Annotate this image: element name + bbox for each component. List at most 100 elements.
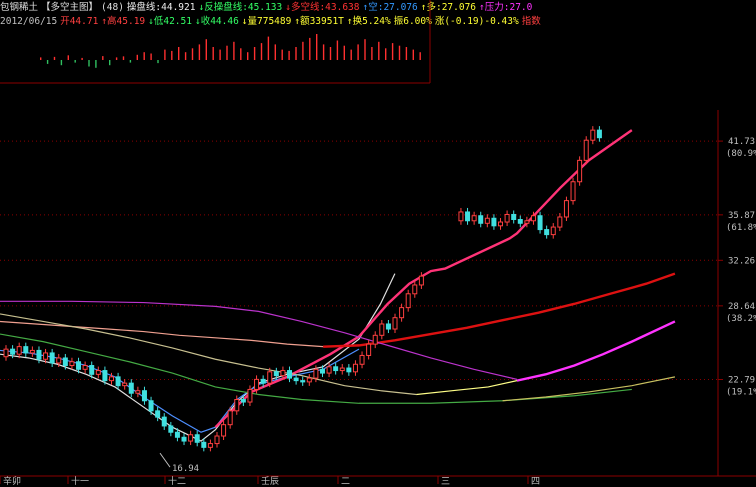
- candle-body-70: [465, 211, 471, 222]
- candle-body-28: [188, 434, 194, 442]
- candle-body-13: [89, 365, 95, 375]
- low-annotation-label: 16.94: [172, 464, 199, 474]
- candle-body-62: [412, 284, 418, 295]
- volume-bar-29: [240, 48, 242, 60]
- candle-body-57: [379, 323, 385, 336]
- x-label-1: 十一: [71, 475, 89, 487]
- volume-bar-4: [67, 55, 69, 60]
- volume-bar-34: [274, 44, 276, 60]
- candle-body-30: [201, 441, 207, 448]
- candle-body-43: [287, 370, 293, 379]
- candle-body-90: [596, 129, 602, 139]
- volume-bar-3: [60, 60, 63, 66]
- candle-body-23: [155, 410, 161, 418]
- volume-bar-28: [233, 41, 235, 60]
- candle-body-16: [108, 376, 114, 382]
- y-tick-pct-0: (80.9%): [726, 149, 756, 159]
- volume-bar-1: [46, 60, 49, 64]
- volume-bar-49: [378, 41, 380, 60]
- volume-bar-31: [253, 47, 256, 60]
- volume-bar-7: [88, 60, 90, 67]
- candle-body-15: [102, 370, 108, 382]
- volume-bar-32: [260, 43, 263, 60]
- candle-body-69: [458, 211, 464, 222]
- candle-body-45: [300, 380, 306, 383]
- candle-body-0: [3, 348, 9, 358]
- candle-body-54: [359, 354, 365, 365]
- volume-bar-48: [371, 47, 373, 60]
- volume-bar-50: [385, 48, 387, 60]
- candle-body-10: [69, 361, 75, 367]
- volume-bar-12: [122, 56, 125, 60]
- candle-body-34: [227, 410, 233, 426]
- candle-body-48: [319, 368, 325, 374]
- volume-bar-16: [150, 53, 152, 60]
- candle-body-11: [76, 361, 82, 370]
- volume-bar-39: [309, 37, 311, 60]
- volume-bar-26: [219, 49, 221, 60]
- y-tick-pct-1: (61.8%): [726, 223, 756, 233]
- candle-body-84: [557, 216, 563, 228]
- series-ma-yellow: [416, 380, 518, 396]
- candle-body-9: [62, 357, 68, 367]
- candle-body-7: [49, 352, 55, 364]
- volume-bar-10: [109, 60, 111, 66]
- volume-bar-22: [191, 48, 194, 60]
- candle-body-12: [82, 365, 88, 370]
- candle-body-50: [333, 366, 339, 372]
- candle-body-76: [504, 213, 510, 223]
- volume-bar-5: [74, 60, 76, 63]
- candle-body-86: [570, 181, 576, 202]
- candle-body-26: [174, 431, 180, 438]
- y-tick-pct-3: (38.2%): [726, 314, 756, 324]
- candle-body-56: [372, 334, 378, 345]
- volume-bar-53: [405, 47, 408, 60]
- x-label-0: 辛卯: [3, 475, 21, 487]
- low-annotation-pointer: [159, 452, 171, 468]
- volume-bar-37: [295, 47, 297, 60]
- candle-body-87: [577, 159, 583, 183]
- volume-bar-19: [171, 50, 173, 60]
- volume-bar-46: [357, 44, 359, 60]
- y-tick-label-1: 35.87: [728, 211, 755, 221]
- candle-body-18: [122, 382, 128, 387]
- volume-bar-33: [267, 36, 270, 60]
- candle-body-83: [550, 226, 556, 236]
- volume-bar-40: [316, 34, 318, 60]
- volume-bar-25: [212, 47, 214, 60]
- volume-bar-0: [40, 57, 42, 60]
- candle-body-52: [346, 367, 352, 373]
- candle-body-25: [168, 425, 174, 433]
- volume-bar-36: [288, 50, 290, 60]
- volume-bar-43: [336, 40, 339, 60]
- candle-body-80: [530, 215, 536, 222]
- candle-body-2: [16, 346, 22, 355]
- candle-body-4: [29, 349, 35, 354]
- volume-bar-14: [136, 54, 138, 60]
- volume-bar-44: [343, 45, 345, 60]
- x-label-3: 壬辰: [261, 476, 279, 487]
- volume-bar-8: [95, 60, 97, 68]
- candle-body-19: [128, 382, 134, 394]
- candle-body-81: [537, 215, 543, 231]
- candle-body-51: [339, 367, 345, 372]
- candle-body-8: [56, 357, 62, 364]
- volume-bar-42: [329, 47, 332, 60]
- volume-bar-51: [391, 43, 394, 60]
- volume-bar-54: [412, 49, 414, 60]
- volume-bar-20: [178, 47, 180, 60]
- volume-bar-35: [281, 49, 283, 60]
- candle-body-59: [392, 317, 398, 330]
- series-ma-olive: [502, 376, 676, 402]
- candle-body-5: [36, 349, 42, 360]
- volume-bar-15: [143, 52, 145, 60]
- candle-body-82: [544, 229, 550, 236]
- candle-body-39: [260, 378, 266, 384]
- candle-body-79: [524, 220, 530, 224]
- y-tick-label-2: 32.26: [728, 256, 755, 266]
- candle-body-24: [161, 416, 167, 427]
- candle-body-17: [115, 376, 121, 387]
- candle-body-88: [583, 139, 589, 161]
- volume-bar-9: [102, 56, 104, 60]
- candle-body-89: [590, 129, 596, 141]
